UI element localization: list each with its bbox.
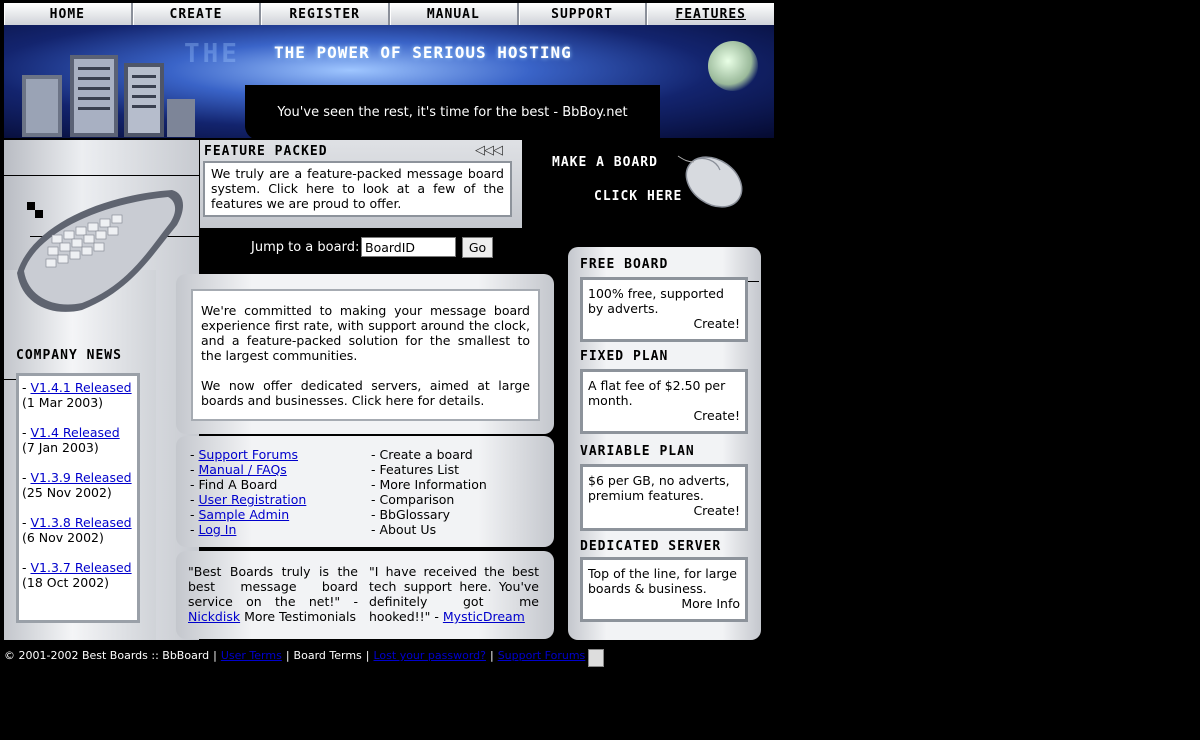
banner-tagline: You've seen the rest, it's time for the … [277,105,628,120]
nav-tab-create[interactable]: Create [130,3,260,25]
news-link[interactable]: V1.4.1 Released [30,380,131,395]
server-rack-image [22,55,195,137]
list-item: - Find A Board [190,477,278,492]
jump-label: Jump to a board: [251,240,360,255]
feature-packed-title: Feature Packed [204,144,328,159]
news-date: (25 Nov 2002) [22,485,112,500]
list-item: - Manual / FAQs [190,462,287,477]
dedicated-servers-text[interactable]: We now offer dedicated servers, aimed at… [201,378,530,408]
nav-tab-features[interactable]: Features [645,3,774,25]
click-here-link[interactable]: Click Here [594,189,682,204]
comparison-item[interactable]: Comparison [379,492,454,507]
list-item: - User Registration [190,492,307,507]
lost-password-link[interactable]: Lost your password? [373,649,486,662]
testimonial-author-link[interactable]: Nickdisk [188,609,240,624]
news-item: - V1.3.7 Released (18 Oct 2002) [22,560,132,590]
board-terms-link[interactable]: Board Terms [294,649,362,662]
intro-box: We're committed to making your message b… [191,289,540,421]
plan-box-fixed: A flat fee of $2.50 per month. Create! [580,369,748,434]
banner-slogan: The Power of Serious Hosting [274,43,572,62]
list-item: - Comparison [371,492,455,507]
sample-admin-link[interactable]: Sample Admin [198,507,289,522]
go-button[interactable]: Go [462,237,493,258]
news-item: - V1.4.1 Released (1 Mar 2003) [22,380,132,410]
news-link[interactable]: V1.3.9 Released [30,470,131,485]
plan-title-fixed: Fixed Plan [580,349,669,364]
more-testimonials-link[interactable]: More Testimonials [244,609,356,624]
support-forums-footer-link[interactable]: Support Forums [498,649,586,662]
testimonial-author-link[interactable]: MysticDream [443,609,525,624]
triangle-arrows-icon: ◁◁◁ [475,143,503,158]
news-link[interactable]: V1.3.7 Released [30,560,131,575]
broken-image-icon [588,649,605,667]
plan-box-variable: $6 per GB, no adverts, premium features.… [580,464,748,531]
manual-faqs-link[interactable]: Manual / FAQs [198,462,286,477]
list-item: - Create a board [371,447,473,462]
news-link[interactable]: V1.4 Released [30,425,119,440]
links-left-list: - Support Forums - Manual / FAQs - Find … [190,447,306,537]
list-item: - Sample Admin [190,507,290,522]
nav-tab-home[interactable]: Home [4,3,131,25]
keyboard-image [17,190,184,312]
testimonial-2: "I have received the best tech support h… [369,564,539,624]
make-board-heading[interactable]: Make a Board [552,155,658,170]
list-item: - Features List [371,462,460,477]
news-item: - V1.3.9 Released (25 Nov 2002) [22,470,132,500]
user-terms-link[interactable]: User Terms [221,649,282,662]
news-date: (18 Oct 2002) [22,575,110,590]
news-item: - V1.4 Released (7 Jan 2003) [22,425,120,455]
list-item: - About Us [371,522,437,537]
feature-packed-text[interactable]: We truly are a feature-packed message bo… [203,161,512,217]
news-item: - V1.3.8 Released (6 Nov 2002) [22,515,132,545]
create-free-button[interactable]: Create! [588,316,740,331]
about-us-item[interactable]: About Us [379,522,436,537]
testimonial-1: "Best Boards truly is the best message b… [188,564,358,624]
copyright: © 2001-2002 Best Boards :: BbBoard [4,649,210,662]
user-registration-link[interactable]: User Registration [198,492,306,507]
list-item: - Log In [190,522,237,537]
news-date: (1 Mar 2003) [22,395,104,410]
create-variable-button[interactable]: Create! [588,503,740,518]
company-news-title: Company News [16,348,122,363]
features-list-item[interactable]: Features List [379,462,459,477]
globe-icon [708,41,758,91]
more-information-item[interactable]: More Information [379,477,486,492]
list-item: - More Information [371,477,487,492]
log-in-link[interactable]: Log In [198,522,236,537]
mouse-icon[interactable] [676,150,748,215]
list-item: - BbGlossary [371,507,451,522]
plan-box-dedicated: Top of the line, for large boards & busi… [580,557,748,622]
plan-title-variable: Variable Plan [580,444,695,459]
news-link[interactable]: V1.3.8 Released [30,515,131,530]
news-date: (6 Nov 2002) [22,530,104,545]
footer: © 2001-2002 Best Boards :: BbBoard | User … [4,649,605,667]
bbglossary-item[interactable]: BbGlossary [379,507,450,522]
testimonial-quote: "Best Boards truly is the best message b… [188,564,358,609]
find-board-item[interactable]: Find A Board [198,477,277,492]
list-item: - Support Forums [190,447,299,462]
nav-tab-manual[interactable]: Manual [388,3,517,25]
support-forums-link[interactable]: Support Forums [198,447,298,462]
create-board-item[interactable]: Create a board [379,447,472,462]
nav-tab-support[interactable]: Support [516,3,646,25]
links-right-list: - Create a board - Features List - More … [371,447,487,537]
company-news-box: - V1.4.1 Released (1 Mar 2003) - V1.4 Rel… [16,373,140,623]
intro-text: We're committed to making your message b… [201,303,530,363]
plan-text: 100% free, supported by adverts. [588,286,724,316]
nav-tab-register[interactable]: Register [259,3,388,25]
create-fixed-button[interactable]: Create! [588,408,740,423]
plan-text: $6 per GB, no adverts, premium features. [588,473,730,503]
top-nav: Home Create Register Manual Support Feat… [4,3,774,25]
divider [4,175,199,176]
plan-box-free: 100% free, supported by adverts. Create! [580,277,748,342]
board-id-input[interactable] [361,237,456,257]
banner-ghost-text: THE [184,39,240,69]
plan-title-dedicated: Dedicated Server [580,539,722,554]
more-info-button[interactable]: More Info [588,596,740,611]
news-date: (7 Jan 2003) [22,440,99,455]
plan-title-free: Free Board [580,257,669,272]
plan-text: Top of the line, for large boards & busi… [588,566,737,596]
plan-text: A flat fee of $2.50 per month. [588,378,726,408]
